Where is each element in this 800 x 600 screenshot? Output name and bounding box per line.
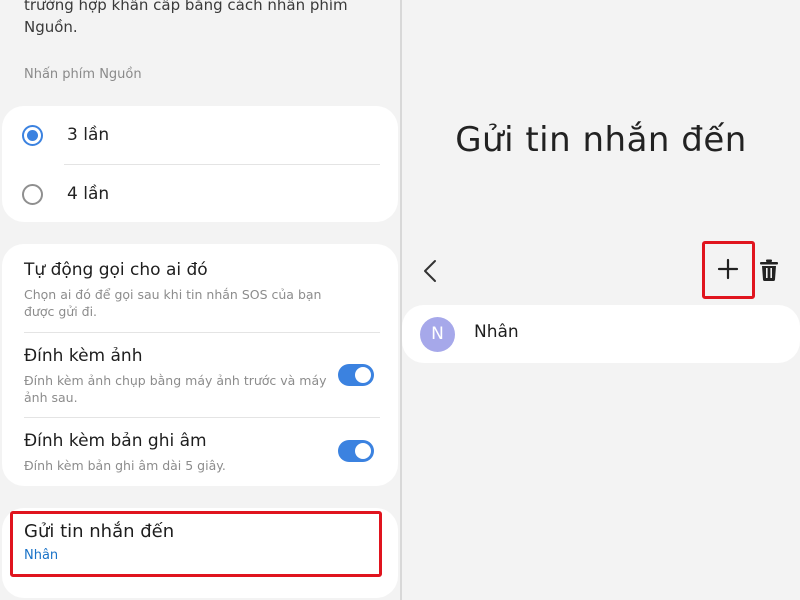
attach-audio-subtitle: Đính kèm bản ghi âm dài 5 giây. [24,458,226,473]
sos-settings-panel: trường hợp khẩn cấp bằng cách nhấn phím … [0,0,400,600]
radio-option-3-times[interactable]: 3 lần [22,120,382,150]
attach-photo-subtitle: Đính kèm ảnh chụp bằng máy ảnh trước và … [24,373,327,405]
divider [24,332,380,333]
attach-photo-toggle[interactable] [338,364,374,386]
chevron-left-icon[interactable] [420,258,442,284]
contact-name: Nhân [474,322,519,342]
contact-list-item[interactable]: N Nhân [402,305,800,363]
intro-text: trường hợp khẩn cấp bằng cách nhấn phím … [24,0,348,36]
avatar: N [420,317,455,352]
radio-unselected-icon[interactable] [22,183,43,205]
press-count-card: 3 lần 4 lần [2,106,398,222]
section-label-power-key: Nhấn phím Nguồn [24,67,142,82]
radio-label: 4 lần [67,184,110,204]
attach-audio-title: Đính kèm bản ghi âm [24,431,207,451]
attach-audio-toggle[interactable] [338,440,374,462]
radio-option-4-times[interactable]: 4 lần [22,179,382,209]
attach-photo-title: Đính kèm ảnh [24,346,143,366]
radio-label: 3 lần [67,125,110,145]
plus-icon[interactable] [717,258,739,280]
auto-call-title: Tự động gọi cho ai đó [24,260,208,280]
page-title: Gửi tin nhắn đến [455,120,747,160]
trash-icon[interactable] [760,259,778,281]
radio-selected-icon[interactable] [22,124,43,146]
divider [64,164,380,165]
auto-call-subtitle: Chọn ai đó để gọi sau khi tin nhắn SOS c… [24,287,322,319]
send-to-title[interactable]: Gửi tin nhắn đến [24,521,174,542]
sos-options-card: Tự động gọi cho ai đó Chọn ai đó để gọi … [2,244,398,486]
send-to-value: Nhân [24,548,59,563]
recipients-panel: Gửi tin nhắn đến N Nhân [402,0,800,600]
divider [24,417,380,418]
